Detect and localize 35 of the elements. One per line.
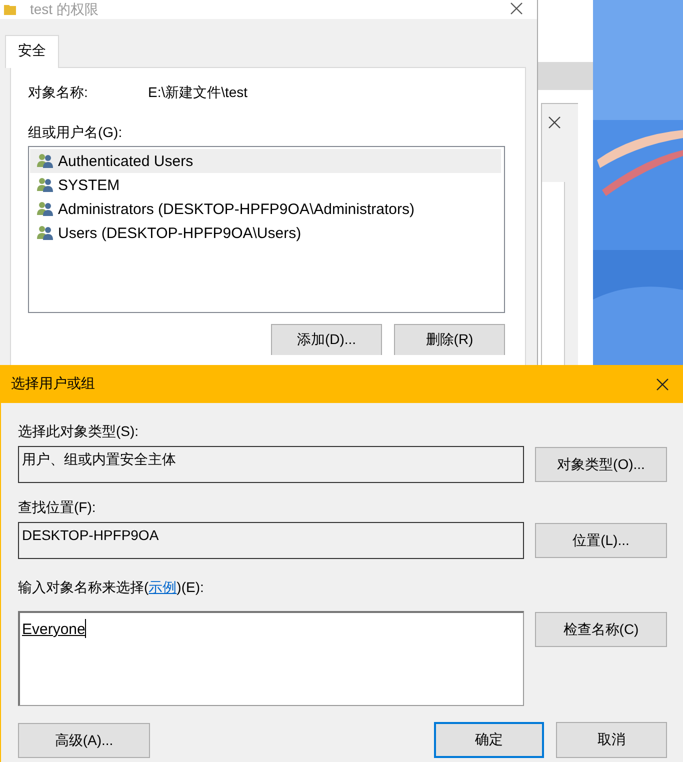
folder-icon	[4, 2, 16, 14]
ok-button[interactable]: 确定	[434, 722, 544, 758]
users-icon	[36, 177, 54, 193]
examples-link[interactable]: 示例	[148, 579, 177, 597]
field-label: 对象名称:	[28, 84, 89, 102]
users-icon	[36, 153, 54, 169]
field-label: 输入对象名称来选择(	[18, 579, 149, 597]
field-label: 查找位置(F):	[18, 499, 97, 517]
dialog-title: 选择用户或组	[11, 375, 95, 393]
list-item[interactable]: Administrators (DESKTOP-HPFP9OA\Administrators)	[30, 197, 501, 221]
locations-button[interactable]: 位置(L)...	[535, 523, 667, 558]
list-item[interactable]: SYSTEM	[30, 173, 501, 197]
object-path: E:\新建文件\test	[148, 84, 248, 102]
close-button[interactable]	[548, 116, 561, 129]
field-label: 选择此对象类型(S):	[18, 423, 140, 441]
list-item[interactable]: Authenticated Users	[30, 149, 501, 173]
header-bar	[538, 62, 593, 90]
users-icon	[36, 201, 54, 217]
cancel-button[interactable]: 取消	[556, 722, 667, 758]
location-field: DESKTOP-HPFP9OA	[18, 522, 524, 559]
list-item[interactable]: Users (DESKTOP-HPFP9OA\Users)	[30, 221, 501, 245]
window-title: test 的权限	[30, 0, 98, 18]
field-label: )(E):	[176, 579, 204, 597]
advanced-button[interactable]: 高级(A)...	[18, 723, 150, 758]
names-input-field[interactable]: Everyone	[18, 611, 524, 706]
dialog-button[interactable]: 添加(D)...	[271, 324, 382, 355]
object-types-button[interactable]: 对象类型(O)...	[535, 447, 667, 482]
field-label: 组或用户名(G):	[28, 124, 124, 142]
close-button[interactable]	[656, 378, 669, 390]
users-icon	[36, 225, 54, 241]
check-names-button[interactable]: 检查名称(C)	[535, 612, 667, 647]
object-type-field: 用户、组或内置安全主体	[18, 446, 524, 483]
tab[interactable]: 安全	[5, 35, 59, 68]
close-button[interactable]	[510, 2, 523, 15]
dialog-button[interactable]: 删除(R)	[394, 324, 505, 355]
